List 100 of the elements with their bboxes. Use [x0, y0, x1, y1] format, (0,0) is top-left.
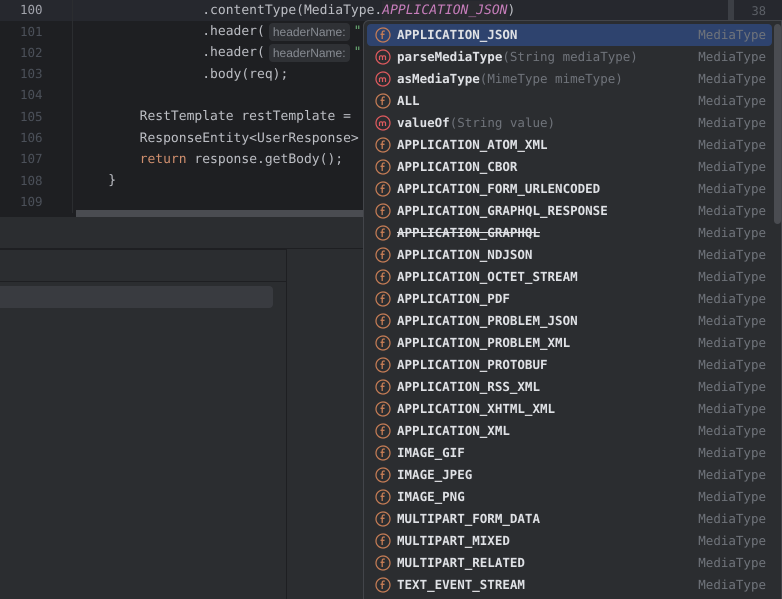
completion-item[interactable]: APPLICATION_PROTOBUF MediaType [367, 354, 772, 376]
completion-type: MediaType [698, 290, 766, 308]
method-icon [375, 49, 391, 65]
completion-item[interactable]: TEXT_EVENT_STREAM MediaType [367, 574, 772, 596]
completion-item[interactable]: APPLICATION_XHTML_XML MediaType [367, 398, 772, 420]
completion-item[interactable]: asMediaType(MimeType mimeType) MediaType [367, 68, 772, 90]
completion-type: MediaType [698, 510, 766, 528]
completion-item[interactable]: APPLICATION_XML MediaType [367, 420, 772, 442]
completion-name: MULTIPART_RELATED [397, 554, 525, 572]
completion-name: APPLICATION_GRAPHQL_RESPONSE [397, 202, 608, 220]
field-icon [375, 445, 391, 461]
field-icon [375, 423, 391, 439]
completion-name: APPLICATION_PDF [397, 290, 510, 308]
completion-name: APPLICATION_NDJSON [397, 246, 532, 264]
code-text: .contentType(MediaType. [201, 2, 382, 20]
code-text: .header( [201, 23, 265, 42]
completion-item[interactable]: APPLICATION_PDF MediaType [367, 288, 772, 310]
field-icon [375, 555, 391, 571]
completion-item[interactable]: IMAGE_GIF MediaType [367, 442, 772, 464]
completion-name: APPLICATION_RSS_XML [397, 378, 540, 396]
completion-name: APPLICATION_FORM_URLENCODED [397, 180, 600, 198]
field-icon [375, 533, 391, 549]
completion-type: MediaType [698, 246, 766, 264]
field-icon [375, 313, 391, 329]
field-icon [375, 291, 391, 307]
completion-item[interactable]: APPLICATION_OCTET_STREAM MediaType [367, 266, 772, 288]
completion-name: APPLICATION_ATOM_XML [397, 136, 548, 154]
completion-item[interactable]: APPLICATION_NDJSON MediaType [367, 244, 772, 266]
code-text: .header( [201, 44, 265, 62]
field-icon [375, 247, 391, 263]
completion-item[interactable]: APPLICATION_PROBLEM_JSON MediaType [367, 310, 772, 332]
field-icon [375, 335, 391, 351]
code-text: RestTemplate restTemplate = [138, 108, 351, 126]
completion-name: asMediaType [397, 70, 480, 88]
completion-item[interactable]: IMAGE_JPEG MediaType [367, 464, 772, 486]
marker-count: 38 [752, 2, 766, 20]
completion-name: parseMediaType [397, 48, 502, 66]
completion-item[interactable]: APPLICATION_FORM_URLENCODED MediaType [367, 178, 772, 200]
field-icon [375, 577, 391, 593]
completion-type: MediaType [698, 400, 766, 418]
field-icon [375, 159, 391, 175]
method-icon [375, 71, 391, 87]
method-icon [375, 115, 391, 131]
completion-type: MediaType [698, 48, 766, 66]
completion-item[interactable]: APPLICATION_GRAPHQL_RESPONSE MediaType [367, 200, 772, 222]
completion-type: MediaType [698, 268, 766, 286]
completion-type: MediaType [698, 334, 766, 352]
completion-type: MediaType [698, 70, 766, 88]
completion-item[interactable]: valueOf(String value) MediaType [367, 112, 772, 134]
code-text: ) [507, 2, 516, 20]
completion-item[interactable]: MULTIPART_RELATED MediaType [367, 552, 772, 574]
completion-name: APPLICATION_PROTOBUF [397, 356, 548, 374]
line-number: 100 [20, 1, 43, 20]
completion-name: IMAGE_JPEG [397, 466, 472, 484]
code-string: " [354, 44, 362, 62]
completion-type: MediaType [698, 202, 766, 220]
completion-type: MediaType [698, 466, 766, 484]
field-icon [375, 379, 391, 395]
popup-scrollbar[interactable] [774, 24, 781, 224]
code-text: } [107, 172, 116, 190]
completion-type: MediaType [698, 488, 766, 506]
field-icon [375, 467, 391, 483]
completion-name: APPLICATION_XHTML_XML [397, 400, 556, 418]
completion-item[interactable]: APPLICATION_RSS_XML MediaType [367, 376, 772, 398]
completion-name: APPLICATION_GRAPHQL [397, 224, 540, 242]
field-icon [375, 489, 391, 505]
completion-type: MediaType [698, 224, 766, 242]
completion-type: MediaType [698, 554, 766, 572]
completion-item[interactable]: APPLICATION_GRAPHQL MediaType [367, 222, 772, 244]
code-keyword: return [138, 150, 187, 169]
completion-name: APPLICATION_PROBLEM_XML [397, 334, 570, 352]
completion-type: MediaType [698, 576, 766, 594]
completion-name: valueOf [397, 114, 450, 132]
completion-params: (MimeType mimeType) [480, 70, 623, 88]
completion-item[interactable]: MULTIPART_FORM_DATA MediaType [367, 508, 772, 530]
completion-type: MediaType [698, 312, 766, 330]
field-icon [375, 181, 391, 197]
completion-name: APPLICATION_OCTET_STREAM [397, 268, 578, 286]
completion-item[interactable]: ALL MediaType [367, 90, 772, 112]
completion-name: APPLICATION_CBOR [397, 158, 518, 176]
completion-name: IMAGE_GIF [397, 444, 465, 462]
code-text: ResponseEntity<UserResponse> [138, 130, 359, 148]
completion-item[interactable]: parseMediaType(String mediaType) MediaType [367, 46, 772, 68]
completion-type: MediaType [698, 158, 766, 176]
completion-item[interactable]: MULTIPART_MIXED MediaType [367, 530, 772, 552]
completion-type: MediaType [698, 136, 766, 154]
completion-item[interactable]: APPLICATION_PROBLEM_XML MediaType [367, 332, 772, 354]
completion-type: MediaType [698, 378, 766, 396]
completion-name: IMAGE_PNG [397, 488, 465, 506]
completion-type: MediaType [698, 532, 766, 550]
completion-item[interactable]: IMAGE_PNG MediaType [367, 486, 772, 508]
completion-item[interactable]: APPLICATION_JSON MediaType [367, 24, 772, 46]
completion-name: MULTIPART_MIXED [397, 532, 510, 550]
code-string: " [354, 23, 362, 42]
completion-item[interactable]: APPLICATION_CBOR MediaType [367, 156, 772, 178]
parameter-hint: headerName: [268, 22, 350, 41]
completion-item[interactable]: APPLICATION_ATOM_XML MediaType [367, 134, 772, 156]
completion-type: MediaType [698, 356, 766, 374]
completion-params: (String value) [450, 114, 556, 132]
field-icon [375, 93, 391, 109]
